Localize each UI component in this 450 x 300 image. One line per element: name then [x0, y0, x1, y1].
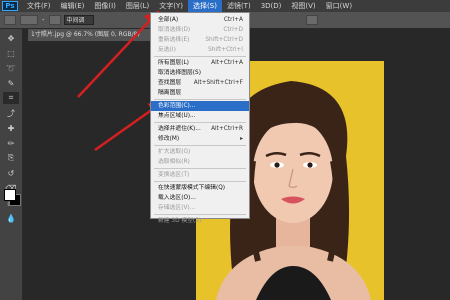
- menu-item-label: 取消选择(D): [158, 27, 191, 33]
- menu-separator: [154, 99, 246, 100]
- menu-item-shortcut: Ctrl+A: [223, 17, 243, 23]
- menu-separator: [154, 145, 246, 146]
- select-menu-item[interactable]: 在快速蒙版模式下编辑(Q): [151, 183, 249, 193]
- menu-item-label: 修改(M): [158, 136, 180, 142]
- select-menu-item: 变换选区(T): [151, 170, 249, 180]
- foreground-color-swatch[interactable]: [4, 189, 16, 201]
- select-menu-item[interactable]: 所有图层(L) Alt+Ctrl+A: [151, 58, 249, 68]
- select-menu-item[interactable]: 焦点区域(U)...: [151, 111, 249, 121]
- menu-item-label: 存储选区(V)...: [158, 205, 196, 211]
- select-menu-dropdown: 全部(A) Ctrl+A 取消选择(D) Ctrl+D 重新选择(E) Shift+Ctr…: [150, 12, 250, 224]
- select-menu-item: 重新选择(E) Shift+Ctrl+D: [151, 35, 249, 45]
- select-menu-item: 选取相似(R): [151, 157, 249, 167]
- menu-item-label: 全部(A): [158, 17, 179, 23]
- select-menu-item: 存储选区(V)...: [151, 203, 249, 213]
- menu-item-label: 载入选区(O)...: [158, 195, 196, 201]
- select-menu-item[interactable]: 修改(M) ▸: [151, 134, 249, 144]
- select-menu-item: 扩大选取(G): [151, 147, 249, 157]
- menu-item-shortcut: Alt+Ctrl+R: [211, 126, 243, 132]
- select-menu-item[interactable]: 取消选择图层(S): [151, 68, 249, 78]
- menu-item-label: 取消选择图层(S): [158, 70, 201, 76]
- menu-separator: [154, 168, 246, 169]
- menu-separator: [154, 181, 246, 182]
- select-menu-item: 反选(I) Shift+Ctrl+I: [151, 45, 249, 55]
- menu-item-label: 重新选择(E): [158, 37, 190, 43]
- select-menu-item[interactable]: 选择并遮住(K)... Alt+Ctrl+R: [151, 124, 249, 134]
- menu-item-label: 选择并遮住(K)...: [158, 126, 201, 132]
- select-menu-item: 取消选择(D) Ctrl+D: [151, 25, 249, 35]
- arrow-to-select-menu: [77, 10, 160, 98]
- menu-separator: [154, 56, 246, 57]
- menu-item-shortcut: Shift+Ctrl+I: [208, 47, 243, 53]
- menu-item-label: 在快速蒙版模式下编辑(Q): [158, 185, 226, 191]
- menu-item-shortcut: Ctrl+D: [223, 27, 243, 33]
- menu-separator: [154, 122, 246, 123]
- menu-item-label: 查找图层: [158, 80, 182, 86]
- select-menu-item[interactable]: 全部(A) Ctrl+A: [151, 15, 249, 25]
- select-menu-item[interactable]: 载入选区(O)...: [151, 193, 249, 203]
- menu-item-label: 反选(I): [158, 47, 176, 53]
- menu-item-label: 焦点区域(U)...: [158, 113, 196, 119]
- menu-item-shortcut: ▸: [240, 136, 243, 142]
- menu-item-shortcut: Alt+Ctrl+A: [211, 60, 243, 66]
- menu-item-label: 新建 3D 模型(3): [158, 218, 202, 224]
- menu-item-label: 色彩范围(C)...: [158, 103, 196, 109]
- menu-item-label: 选取相似(R): [158, 159, 190, 165]
- menu-item-label: 隔离图层: [158, 90, 182, 96]
- select-menu-item[interactable]: 隔离图层: [151, 88, 249, 98]
- menu-item-label: 变换选区(T): [158, 172, 190, 178]
- menu-item-label: 所有图层(L): [158, 60, 189, 66]
- menu-item-shortcut: Alt+Shift+Ctrl+F: [193, 80, 243, 86]
- select-menu-item: 新建 3D 模型(3): [151, 216, 249, 226]
- menu-separator: [154, 214, 246, 215]
- menu-item-label: 扩大选取(G): [158, 149, 191, 155]
- select-menu-item[interactable]: 色彩范围(C)...: [151, 101, 249, 111]
- select-menu-item[interactable]: 查找图层 Alt+Shift+Ctrl+F: [151, 78, 249, 88]
- menu-item-shortcut: Shift+Ctrl+D: [205, 37, 243, 43]
